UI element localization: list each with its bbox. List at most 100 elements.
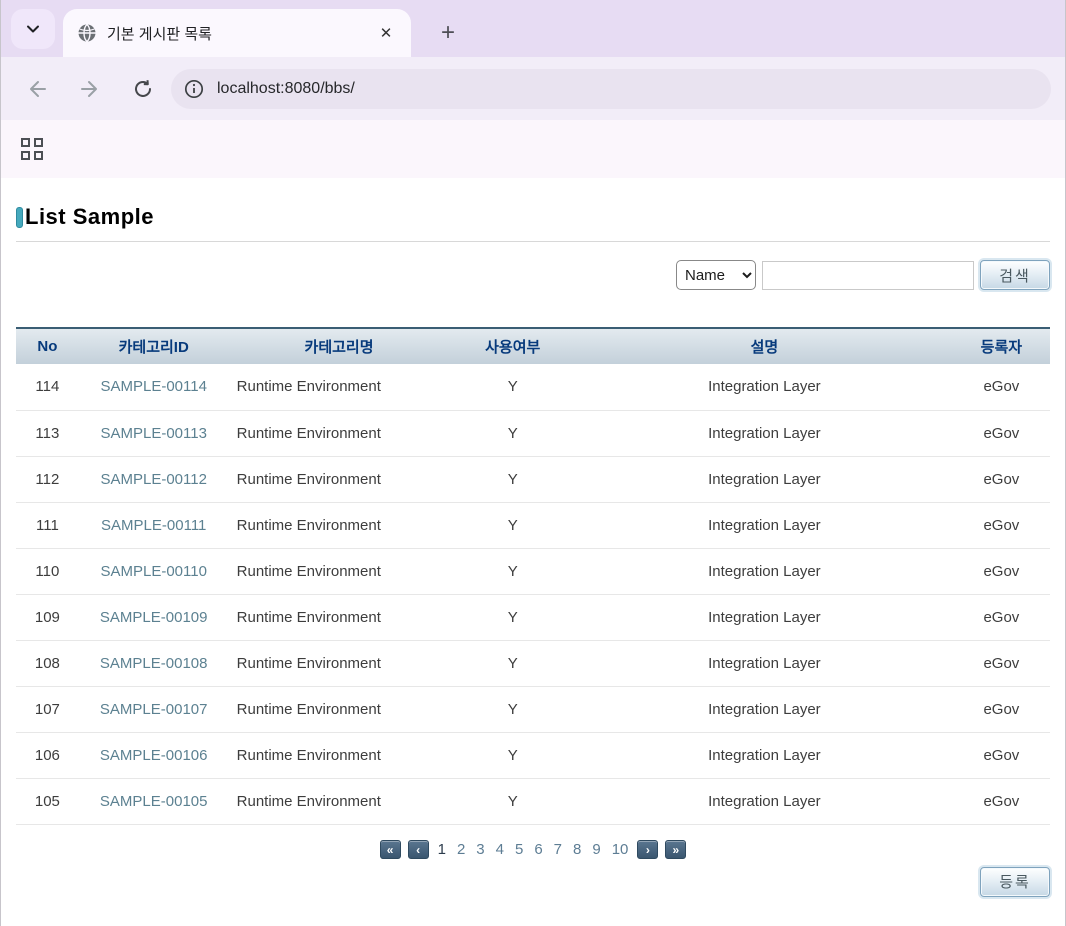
pagination: «‹12345678910›» xyxy=(16,839,1050,861)
cell-use_yn: Y xyxy=(449,686,576,732)
cell-no: 109 xyxy=(16,594,79,640)
cell-registrant: eGov xyxy=(953,548,1050,594)
column-header: 설명 xyxy=(576,328,953,364)
cell-registrant: eGov xyxy=(953,640,1050,686)
tab-close-icon[interactable]: ✕ xyxy=(375,22,397,44)
cell-no: 107 xyxy=(16,686,79,732)
cell-description: Integration Layer xyxy=(576,778,953,824)
pagination-page-link[interactable]: 3 xyxy=(474,841,486,858)
category-id-link[interactable]: SAMPLE-00105 xyxy=(100,793,208,810)
address-bar[interactable]: localhost:8080/bbs/ xyxy=(171,69,1051,109)
page-title: List Sample xyxy=(25,204,154,230)
table-row: 106 SAMPLE-00106 Runtime EnvironmentYInteg… xyxy=(16,732,1050,778)
cell-registrant: eGov xyxy=(953,410,1050,456)
apps-grid-icon[interactable] xyxy=(21,138,43,160)
search-button[interactable]: 검색 xyxy=(980,260,1050,290)
cell-category_name: Runtime Environment xyxy=(229,732,450,778)
tab-search-button[interactable] xyxy=(11,9,55,49)
table-row: 109SAMPLE-00109Runtime EnvironmentYInteg… xyxy=(16,594,1050,640)
cell-registrant: eGov xyxy=(953,456,1050,502)
cell-no: 113 xyxy=(16,410,79,456)
pagination-page-link[interactable]: 2 xyxy=(455,841,467,858)
cell-registrant: eGov xyxy=(953,594,1050,640)
cell-no: 112 xyxy=(16,456,79,502)
pagination-last-button[interactable]: » xyxy=(665,840,686,859)
cell-category_name: Runtime Environment xyxy=(229,364,450,410)
register-button[interactable]: 등록 xyxy=(980,867,1050,897)
category-id-link[interactable]: SAMPLE-00107 xyxy=(100,701,208,718)
pagination-page-link[interactable]: 9 xyxy=(590,841,602,858)
category-id-link[interactable]: SAMPLE-00108 xyxy=(100,655,208,672)
table-row: 107 SAMPLE-00107 Runtime EnvironmentYInteg… xyxy=(16,686,1050,732)
reload-button[interactable] xyxy=(129,75,157,103)
board-table-header: No카테고리ID카테고리명사용여부설명등록자 xyxy=(16,328,1050,364)
cell-description: Integration Layer xyxy=(576,594,953,640)
cell-use_yn: Y xyxy=(449,548,576,594)
cell-category_id: SAMPLE-00108 xyxy=(79,640,229,686)
cell-category_id: SAMPLE-00107 xyxy=(79,686,229,732)
cell-registrant: eGov xyxy=(953,732,1050,778)
category-id-link[interactable]: SAMPLE-00110 xyxy=(100,563,206,580)
title-bullet-icon xyxy=(16,207,23,228)
category-id-link[interactable]: SAMPLE-00112 xyxy=(100,471,206,488)
cell-use_yn: Y xyxy=(449,732,576,778)
pagination-page-link[interactable]: 10 xyxy=(610,841,631,858)
cell-category_id: SAMPLE-00112 xyxy=(79,456,229,502)
forward-arrow-icon xyxy=(79,78,101,100)
table-row: 111SAMPLE-00111Runtime EnvironmentYInteg… xyxy=(16,502,1050,548)
pagination-page-link[interactable]: 4 xyxy=(494,841,506,858)
cell-category_name: Runtime Environment xyxy=(229,686,450,732)
pagination-prev-button[interactable]: ‹ xyxy=(408,840,429,859)
cell-use_yn: Y xyxy=(449,594,576,640)
cell-description: Integration Layer xyxy=(576,686,953,732)
cell-category_id: SAMPLE-00110 xyxy=(79,548,229,594)
cell-description: Integration Layer xyxy=(576,410,953,456)
back-button[interactable] xyxy=(23,75,51,103)
cell-category_name: Runtime Environment xyxy=(229,456,450,502)
url-text: localhost:8080/bbs/ xyxy=(217,80,355,98)
tab-strip: 기본 게시판 목록 ✕ + xyxy=(1,0,1065,57)
cell-no: 110 xyxy=(16,548,79,594)
forward-button[interactable] xyxy=(76,75,104,103)
bookmarks-bar xyxy=(1,120,1065,178)
category-id-link[interactable]: SAMPLE-00114 xyxy=(100,378,206,395)
pagination-page-link[interactable]: 8 xyxy=(571,841,583,858)
cell-category_id: SAMPLE-00106 xyxy=(79,732,229,778)
cell-use_yn: Y xyxy=(449,778,576,824)
cell-use_yn: Y xyxy=(449,456,576,502)
cell-description: Integration Layer xyxy=(576,732,953,778)
chevron-down-icon xyxy=(25,21,41,37)
category-id-link[interactable]: SAMPLE-00109 xyxy=(100,609,208,626)
page-title-row: List Sample xyxy=(16,178,1050,230)
column-header: 카테고리명 xyxy=(229,328,450,364)
category-id-link[interactable]: SAMPLE-00113 xyxy=(100,425,206,442)
category-id-link[interactable]: SAMPLE-00106 xyxy=(100,747,208,764)
search-field-select[interactable]: Name xyxy=(676,260,756,290)
pagination-page-link[interactable]: 7 xyxy=(552,841,564,858)
pagination-next-button[interactable]: › xyxy=(637,840,658,859)
cell-no: 106 xyxy=(16,732,79,778)
browser-window: 기본 게시판 목록 ✕ + xyxy=(0,0,1066,926)
cell-description: Integration Layer xyxy=(576,640,953,686)
column-header: No xyxy=(16,328,79,364)
cell-category_name: Runtime Environment xyxy=(229,640,450,686)
category-id-link[interactable]: SAMPLE-00111 xyxy=(101,517,206,534)
pagination-page-link[interactable]: 6 xyxy=(532,841,544,858)
pagination-page-link[interactable]: 5 xyxy=(513,841,525,858)
cell-no: 111 xyxy=(16,502,79,548)
page-content: List Sample Name 검색 No카테고리ID카테고리명사용여부설명등… xyxy=(1,178,1065,926)
table-row: 114SAMPLE-00114Runtime EnvironmentYInteg… xyxy=(16,364,1050,410)
new-tab-button[interactable]: + xyxy=(431,16,465,50)
cell-use_yn: Y xyxy=(449,410,576,456)
cell-category_id: SAMPLE-00114 xyxy=(79,364,229,410)
cell-category_name: Runtime Environment xyxy=(229,778,450,824)
table-row: 105SAMPLE-00105Runtime EnvironmentYInteg… xyxy=(16,778,1050,824)
search-input[interactable] xyxy=(762,261,974,290)
active-tab[interactable]: 기본 게시판 목록 ✕ xyxy=(63,9,411,57)
table-row: 112SAMPLE-00112Runtime EnvironmentYInteg… xyxy=(16,456,1050,502)
cell-no: 108 xyxy=(16,640,79,686)
cell-description: Integration Layer xyxy=(576,502,953,548)
pagination-first-button[interactable]: « xyxy=(380,840,401,859)
site-info-icon[interactable] xyxy=(183,78,205,100)
table-row: 110SAMPLE-00110Runtime EnvironmentYInteg… xyxy=(16,548,1050,594)
